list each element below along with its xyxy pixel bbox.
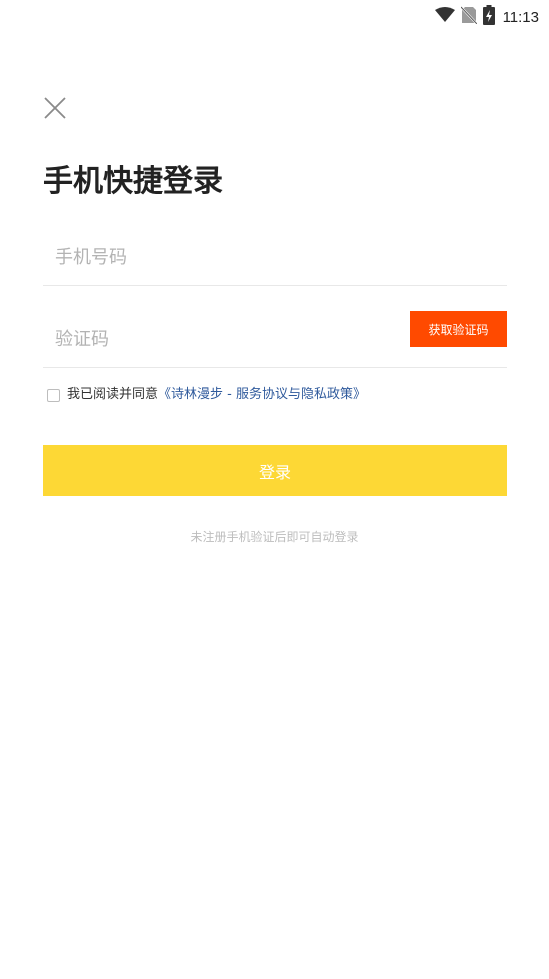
page-title: 手机快捷登录 [43,164,223,199]
wifi-icon [434,7,455,27]
code-input[interactable] [55,323,385,355]
agreement-link[interactable]: 《诗林漫步 - 服务协议与隐私政策》 [158,385,366,405]
status-time: 11:13 [502,8,539,26]
status-bar: 11:13 [0,0,549,32]
no-sim-icon [459,6,478,28]
code-field: 获取验证码 [43,311,507,368]
agreement-row: 我已阅读并同意 《诗林漫步 - 服务协议与隐私政策》 [47,385,366,405]
close-icon [44,97,66,123]
agreement-text: 我已阅读并同意 [67,387,159,402]
battery-charging-icon [482,5,495,29]
phone-input[interactable] [55,241,385,273]
status-icons: 11:13 [434,5,539,29]
agreement-checkbox[interactable] [47,388,60,402]
auto-register-hint: 未注册手机验证后即可自动登录 [190,530,359,544]
phone-field [43,229,507,286]
get-code-button[interactable]: 获取验证码 [410,311,507,347]
login-button[interactable]: 登录 [43,445,507,496]
close-button[interactable] [40,95,70,125]
